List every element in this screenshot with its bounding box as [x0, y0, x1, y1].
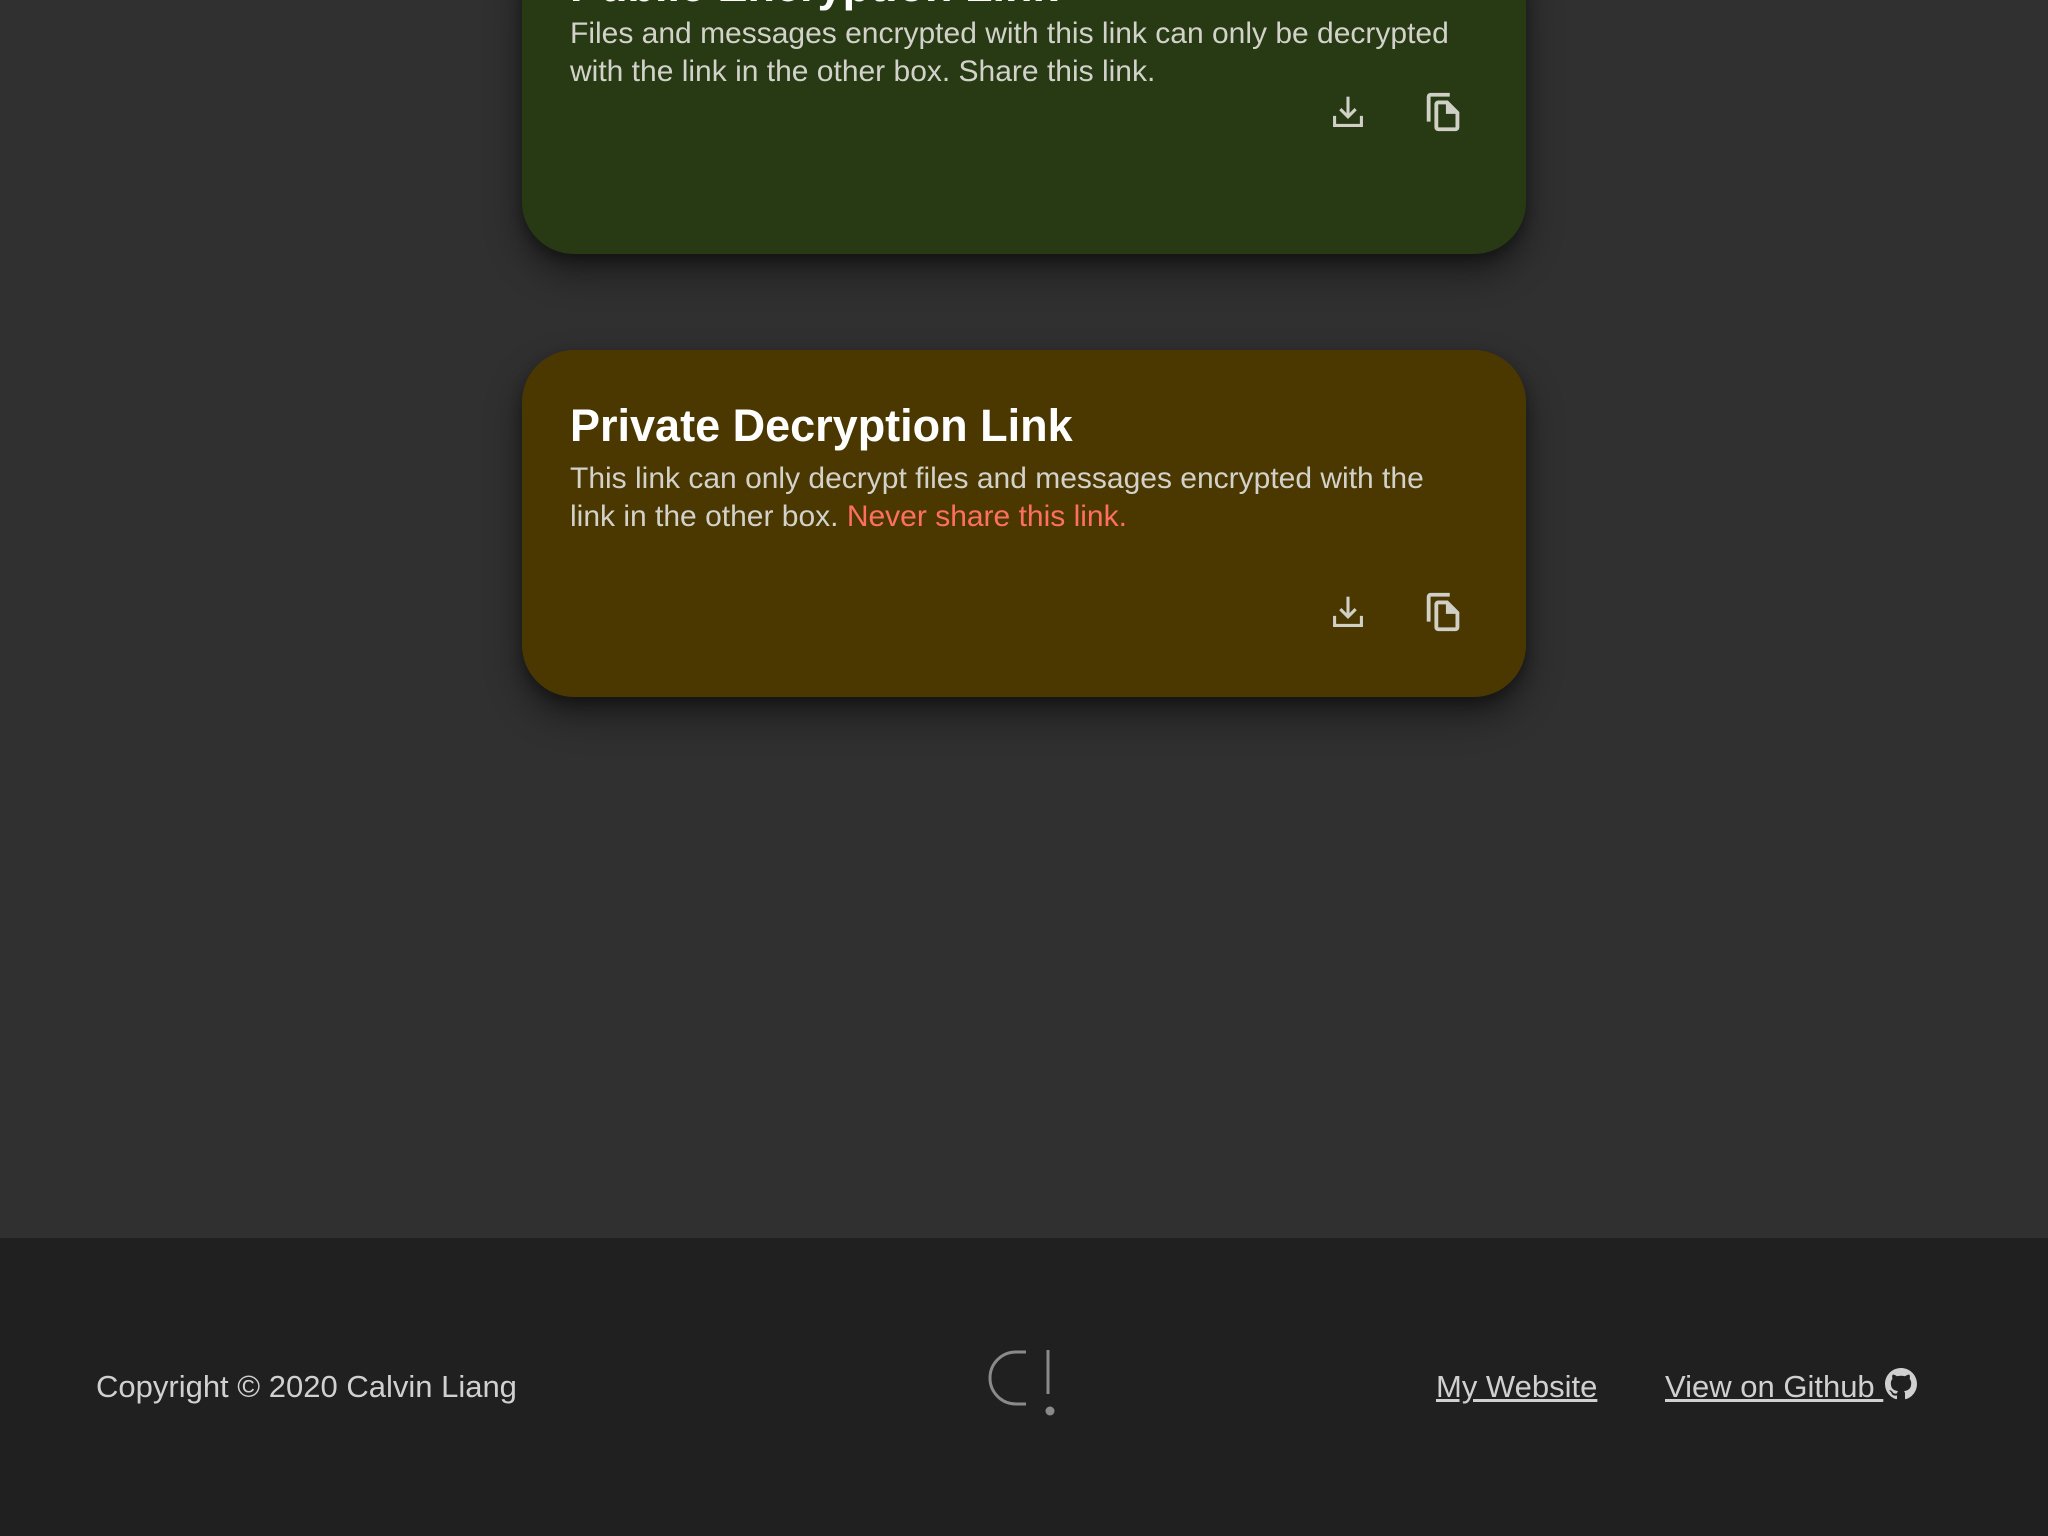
c-exclamation-logo-icon	[988, 1350, 1055, 1416]
private-copy-button[interactable]	[1416, 584, 1472, 640]
public-copy-button[interactable]	[1416, 84, 1472, 140]
public-encryption-card: Public Encryption Link Files and message…	[522, 0, 1526, 254]
copyright-text: Copyright © 2020 Calvin Liang	[96, 1369, 517, 1404]
github-icon	[1885, 1368, 1918, 1400]
copy-icon	[1426, 592, 1460, 632]
download-icon	[1333, 96, 1363, 127]
private-download-button[interactable]	[1320, 584, 1376, 640]
copy-icon	[1426, 92, 1460, 132]
public-card-description: Files and messages encrypted with this l…	[570, 17, 1449, 88]
private-card-actions	[1320, 584, 1472, 640]
my-website-link[interactable]: My Website	[1436, 1367, 1597, 1407]
never-share-warning: Never share this link.	[846, 500, 1127, 533]
public-card-title: Public Encryption Link	[570, 0, 1058, 12]
private-decryption-card: Private Decryption Link This link can on…	[522, 350, 1526, 697]
private-card-description: This link can only decrypt files and mes…	[570, 460, 1470, 536]
view-on-github-link[interactable]: View on Github	[1665, 1367, 1918, 1407]
public-card-actions	[1320, 84, 1472, 140]
download-icon	[1333, 596, 1363, 627]
page: Public Encryption Link Files and message…	[0, 0, 2048, 1536]
github-link-label: View on Github	[1665, 1369, 1884, 1404]
public-download-button[interactable]	[1320, 84, 1376, 140]
private-card-title: Private Decryption Link	[570, 400, 1073, 451]
